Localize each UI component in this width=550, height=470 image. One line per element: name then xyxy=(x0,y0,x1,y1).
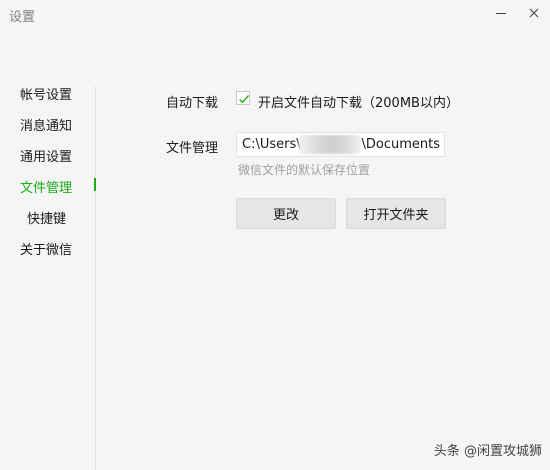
file-management-label: 文件管理 xyxy=(166,141,219,156)
checkmark-icon xyxy=(239,95,250,104)
redacted-username xyxy=(299,135,361,154)
open-folder-button[interactable]: 打开文件夹 xyxy=(346,198,446,229)
save-path-suffix: \Documents xyxy=(361,137,440,152)
sidebar-item-file-management[interactable]: 文件管理 xyxy=(20,177,72,196)
close-button[interactable] xyxy=(523,2,545,24)
close-icon xyxy=(529,8,539,18)
sidebar-item-notifications[interactable]: 消息通知 xyxy=(20,115,72,134)
active-item-indicator xyxy=(94,178,96,191)
save-path-field[interactable]: C:\Users\ \Documents xyxy=(236,132,445,157)
save-path-prefix: C:\Users\ xyxy=(242,137,301,152)
auto-download-option-label[interactable]: 开启文件自动下载（200MB以内） xyxy=(258,92,459,111)
watermark: 头条 @闲置攻城狮 xyxy=(433,444,542,459)
auto-download-label: 自动下载 xyxy=(166,96,219,111)
save-path-hint: 微信文件的默认保存位置 xyxy=(238,163,371,177)
sidebar-item-shortcuts[interactable]: 快捷键 xyxy=(27,208,66,227)
change-path-button[interactable]: 更改 xyxy=(236,198,336,229)
sidebar-item-account-settings[interactable]: 帐号设置 xyxy=(20,84,72,103)
sidebar-item-about[interactable]: 关于微信 xyxy=(20,239,72,258)
auto-download-checkbox[interactable] xyxy=(236,91,250,105)
sidebar-divider xyxy=(95,86,96,470)
sidebar-item-general-settings[interactable]: 通用设置 xyxy=(20,146,72,165)
minimize-button[interactable] xyxy=(490,2,512,24)
minimize-icon xyxy=(496,12,506,14)
window-title: 设置 xyxy=(9,10,36,25)
